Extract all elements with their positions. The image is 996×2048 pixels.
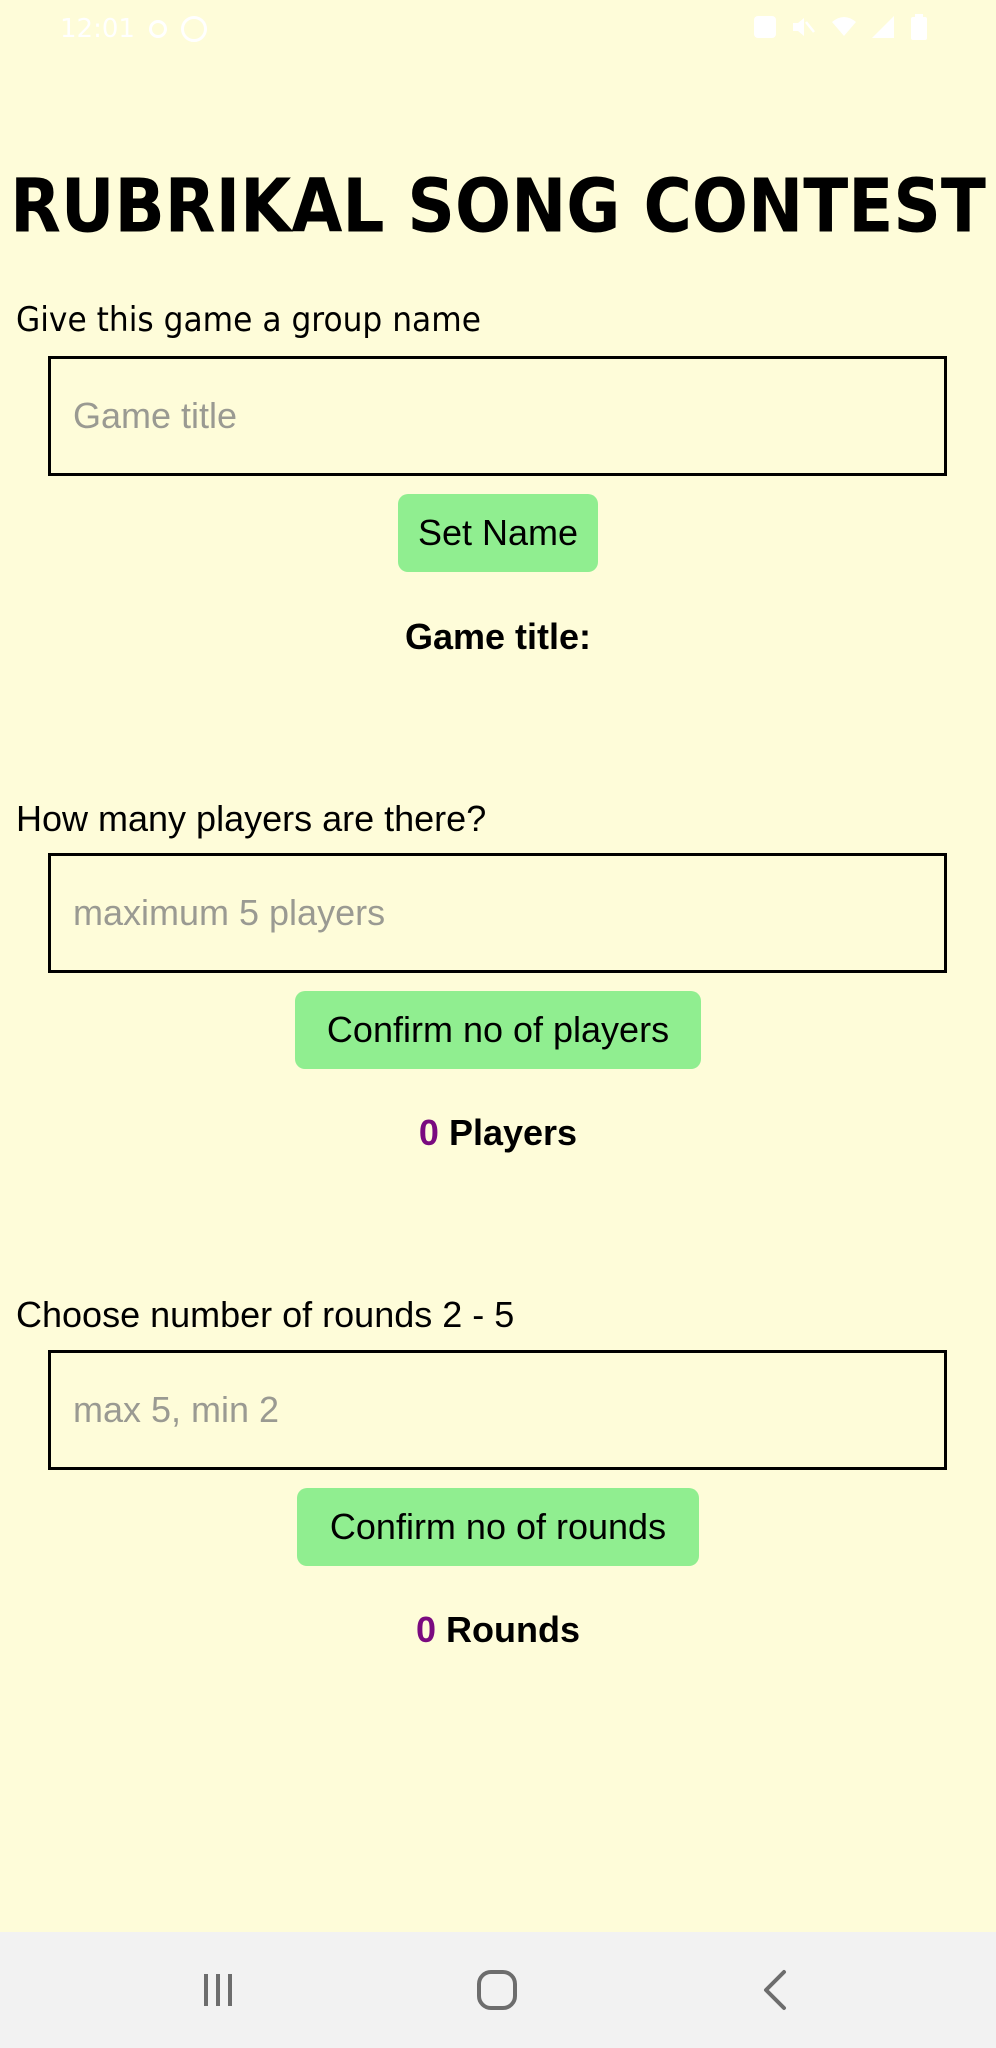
app-title: RUBRIKAL SONG CONTEST xyxy=(10,163,986,250)
navigation-bar xyxy=(0,1932,996,2048)
rounds-count-line: 0 Rounds xyxy=(0,1609,996,1651)
rounds-input[interactable] xyxy=(48,1350,947,1470)
game-title-result: Game title: xyxy=(0,616,996,658)
game-title-result-label: Game title: xyxy=(404,616,592,657)
players-count-value: 0 xyxy=(418,1112,439,1153)
mute-icon xyxy=(790,14,816,40)
status-left: 12:01 xyxy=(60,14,207,44)
rounds-count-value: 0 xyxy=(415,1609,437,1650)
home-icon xyxy=(477,1970,517,2010)
battery-icon xyxy=(910,14,936,40)
recent-apps-button[interactable] xyxy=(158,1932,278,2048)
confirm-rounds-button[interactable]: Confirm no of rounds xyxy=(297,1488,699,1566)
status-bar: 12:01 xyxy=(0,0,996,58)
rounds-label: Choose number of rounds 2 - 5 xyxy=(16,1294,515,1335)
home-button[interactable] xyxy=(437,1932,557,2048)
notification-icon xyxy=(180,16,207,42)
game-title-input[interactable] xyxy=(48,356,947,476)
back-icon xyxy=(764,1970,786,2010)
players-label: How many players are there? xyxy=(16,798,487,839)
nfc-icon xyxy=(754,16,776,38)
players-count-line: 0 Players xyxy=(0,1112,996,1154)
confirm-players-button[interactable]: Confirm no of players xyxy=(295,991,701,1069)
players-input[interactable] xyxy=(48,853,947,973)
back-button[interactable] xyxy=(716,1932,836,2048)
players-count-suffix: Players xyxy=(438,1112,578,1153)
wifi-icon xyxy=(830,14,856,40)
recent-apps-icon xyxy=(204,1974,232,2006)
set-name-button[interactable]: Set Name xyxy=(398,494,598,572)
game-name-label: Give this game a group name xyxy=(16,300,481,340)
rounds-count-suffix: Rounds xyxy=(436,1609,580,1650)
status-time: 12:01 xyxy=(60,14,135,44)
signal-icon xyxy=(870,14,896,40)
status-right xyxy=(754,14,936,40)
signal-indicator-icon xyxy=(148,20,167,38)
